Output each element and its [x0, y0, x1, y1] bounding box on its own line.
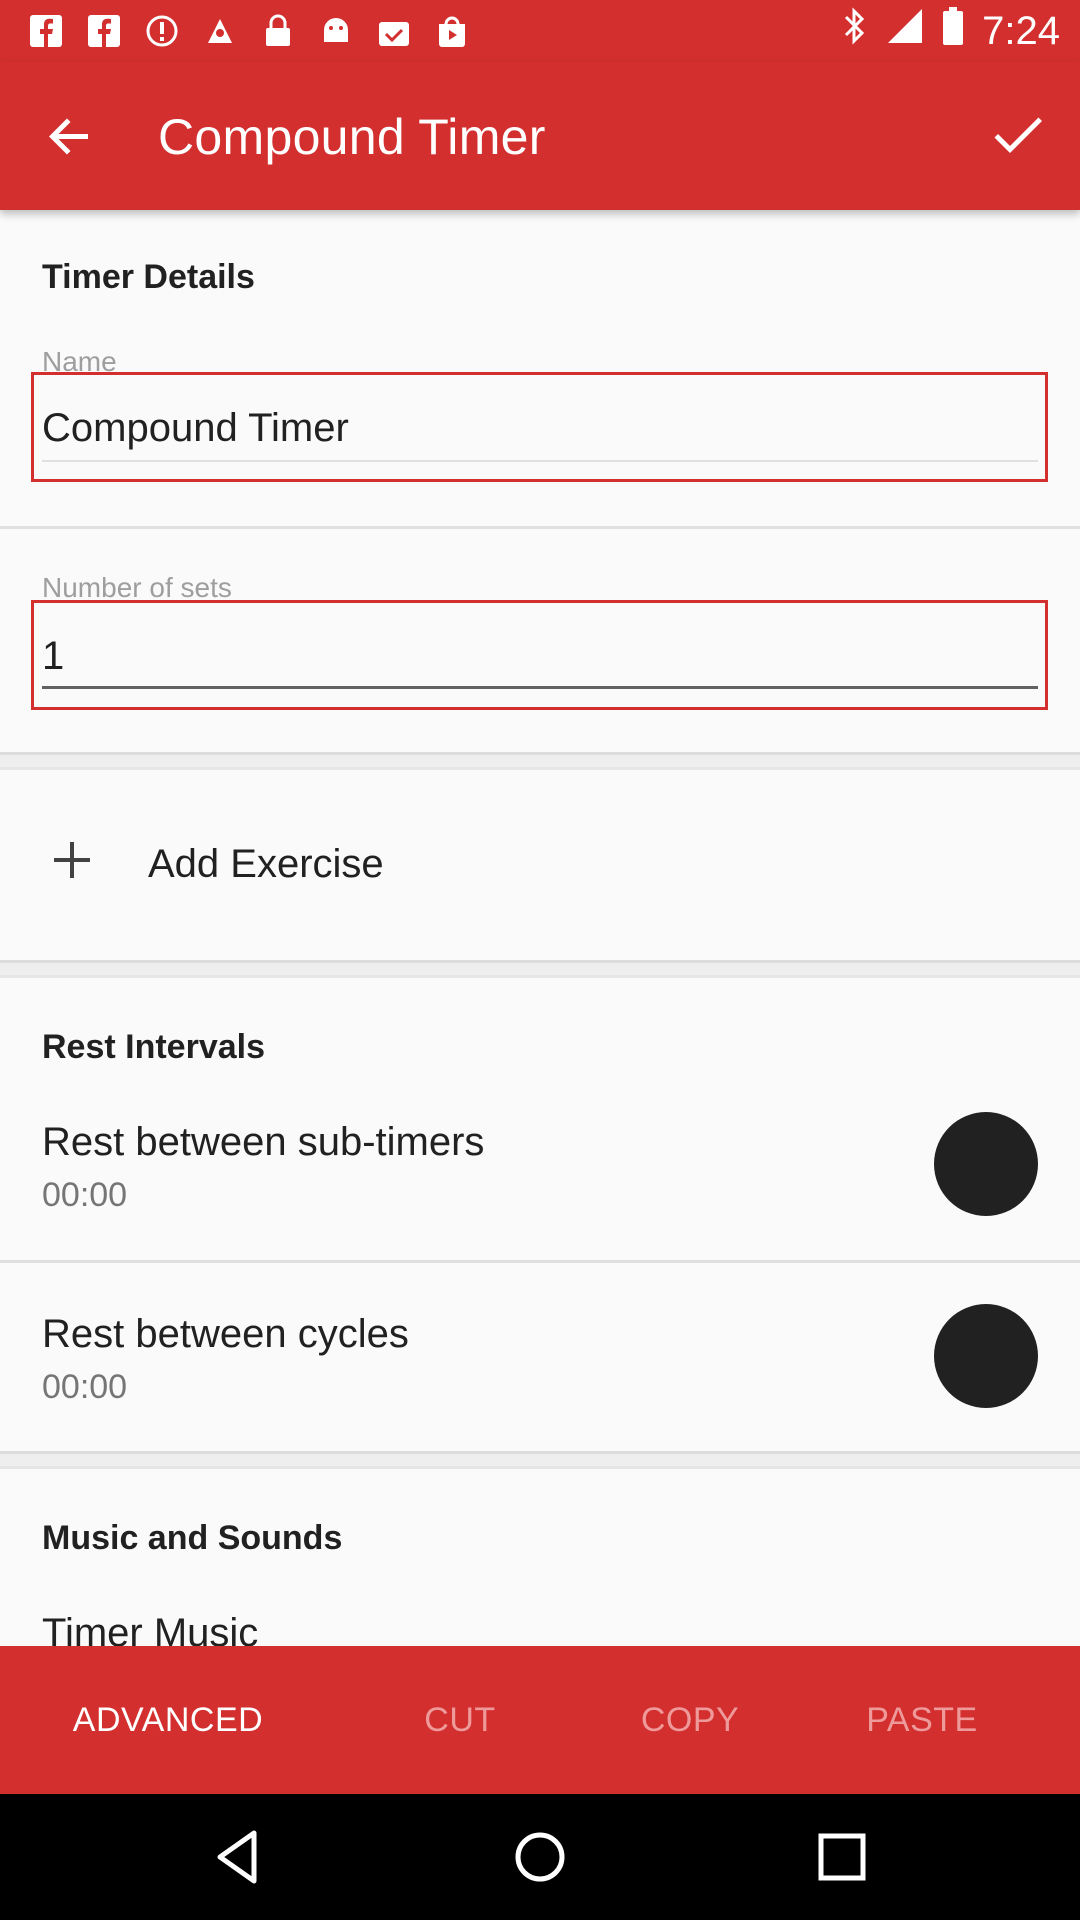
nav-recents-icon[interactable]: [812, 1827, 872, 1887]
divider: [0, 1260, 1080, 1263]
sets-field-highlight: [31, 600, 1048, 710]
rest-cycles-row[interactable]: Rest between cycles 00:00: [0, 1304, 1080, 1432]
back-arrow-icon[interactable]: [40, 106, 100, 166]
section-gap: [0, 752, 1080, 770]
system-status: 7:24: [842, 6, 1060, 56]
plus-icon: [52, 840, 92, 880]
copy-button[interactable]: COPY: [610, 1646, 770, 1794]
section-title-music-sounds: Music and Sounds: [42, 1519, 343, 1557]
navigation-bar: [0, 1794, 1080, 1920]
rest-cycles-toggle[interactable]: [934, 1304, 1038, 1408]
nav-home-icon[interactable]: [510, 1827, 570, 1887]
android-icon: [318, 13, 354, 49]
rest-cycles-title: Rest between cycles: [42, 1312, 409, 1356]
section-title-timer-details: Timer Details: [42, 258, 255, 296]
section-gap: [0, 1451, 1080, 1469]
lock-icon: [260, 13, 296, 49]
page-title: Compound Timer: [158, 109, 546, 165]
timer-details-section: Timer Details Name Compound Timer Number…: [0, 210, 1080, 752]
clipboard-check-icon: [376, 13, 412, 49]
nav-back-icon[interactable]: [208, 1827, 268, 1887]
status-bar: 7:24: [0, 0, 1080, 62]
facebook-icon: [86, 13, 122, 49]
signal-icon: [886, 7, 924, 55]
paste-button[interactable]: PASTE: [842, 1646, 1002, 1794]
bluetooth-icon: [842, 7, 868, 55]
section-title-rest-intervals: Rest Intervals: [42, 1028, 265, 1066]
clock: 7:24: [982, 8, 1060, 53]
name-field-highlight: [31, 372, 1048, 482]
notification-icons: [28, 10, 470, 52]
divider: [0, 526, 1080, 529]
alert-icon: [144, 13, 180, 49]
fake-gps-icon: [202, 13, 238, 49]
rest-cycles-time: 00:00: [42, 1368, 128, 1406]
advanced-button[interactable]: ADVANCED: [34, 1646, 302, 1794]
timer-music-item[interactable]: Timer Music: [42, 1611, 258, 1646]
rest-sub-timers-row[interactable]: Rest between sub-timers 00:00: [0, 1112, 1080, 1240]
cut-button[interactable]: CUT: [380, 1646, 540, 1794]
battery-icon: [942, 6, 964, 56]
rest-sub-timers-title: Rest between sub-timers: [42, 1120, 485, 1164]
bottom-action-bar: ADVANCED CUT COPY PASTE: [0, 1646, 1080, 1794]
rest-sub-timers-time: 00:00: [42, 1176, 128, 1214]
rest-sub-timers-toggle[interactable]: [934, 1112, 1038, 1216]
add-exercise-button[interactable]: Add Exercise: [0, 770, 1080, 960]
section-gap: [0, 960, 1080, 978]
add-exercise-label: Add Exercise: [148, 842, 384, 886]
app-bar: Compound Timer: [0, 62, 1080, 210]
facebook-icon: [28, 13, 64, 49]
music-sounds-section: Music and Sounds Timer Music: [0, 1469, 1080, 1646]
rest-intervals-section: Rest Intervals Rest between sub-timers 0…: [0, 978, 1080, 1451]
check-icon[interactable]: [986, 104, 1050, 168]
play-store-icon: [434, 13, 470, 49]
